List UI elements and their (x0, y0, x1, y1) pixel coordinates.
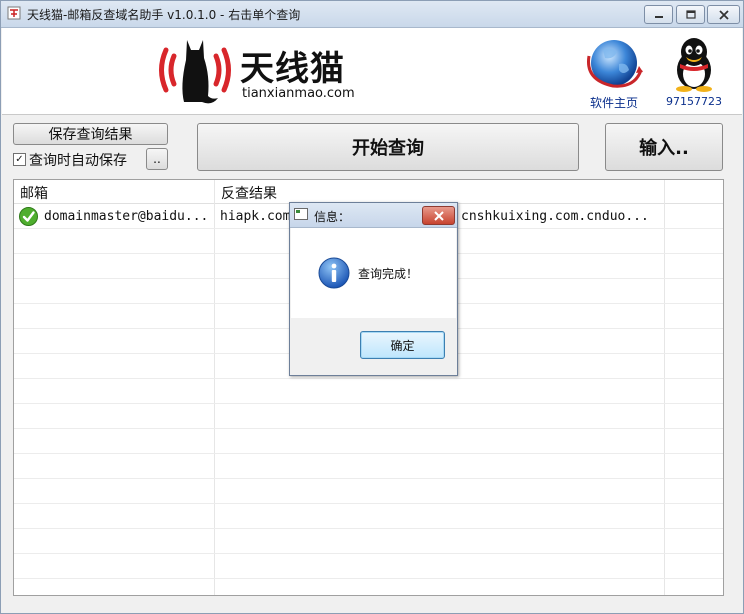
minimize-button[interactable] (644, 5, 673, 24)
dialog-message: 查询完成！ (358, 267, 419, 281)
dialog-app-icon (294, 208, 308, 220)
column-divider (214, 180, 215, 595)
close-icon (718, 9, 729, 20)
row-divider (14, 503, 723, 504)
qq-number: 97157723 (666, 95, 722, 108)
dialog-body: 查询完成！ (291, 228, 456, 318)
minimize-icon (654, 15, 663, 18)
qq-penguin-icon (676, 38, 712, 92)
dialog-close-button[interactable] (422, 206, 455, 225)
row-result-end: cnshkuixing.com.cnduo... (461, 209, 649, 224)
homepage-label: 软件主页 (589, 96, 638, 110)
close-icon (433, 210, 444, 221)
save-results-button[interactable]: 保存查询结果 (13, 123, 168, 145)
dialog-ok-button[interactable]: 确定 (360, 331, 445, 359)
row-divider (14, 578, 723, 579)
table-header: 邮箱 反查结果 (14, 180, 723, 204)
check-ok-icon (19, 207, 38, 226)
row-divider (14, 528, 723, 529)
logo-domain: tianxianmao.com (242, 86, 355, 101)
row-divider (14, 378, 723, 379)
homepage-link[interactable]: 软件主页 (579, 34, 649, 114)
maximize-icon (685, 10, 696, 19)
row-divider (14, 478, 723, 479)
row-email: domainmaster@baidu... (44, 209, 209, 224)
close-button[interactable] (707, 5, 740, 24)
column-header-result[interactable]: 反查结果 (221, 183, 277, 203)
row-divider (14, 428, 723, 429)
antenna-cat-icon (159, 40, 231, 104)
browse-button[interactable]: .. (146, 148, 168, 170)
logo-chinese: 天线猫 (240, 49, 345, 89)
row-divider (14, 453, 723, 454)
auto-save-label: 查询时自动保存 (29, 153, 127, 169)
row-divider (14, 553, 723, 554)
dialog-title-bar[interactable]: 信息： (290, 203, 457, 228)
qq-contact[interactable]: 97157723 (662, 34, 726, 114)
maximize-button[interactable] (676, 5, 705, 24)
auto-save-checkbox[interactable]: ✓ (13, 153, 26, 166)
title-bar[interactable]: 天线猫-邮箱反查域名助手 v1.0.1.0 - 右击单个查询 (1, 1, 743, 28)
logo[interactable]: 天线猫 tianxianmao.com (154, 36, 364, 108)
row-divider (14, 403, 723, 404)
main-window: 天线猫-邮箱反查域名助手 v1.0.1.0 - 右击单个查询 天线猫 tianx… (0, 0, 744, 614)
start-query-button[interactable]: 开始查询 (197, 123, 579, 171)
banner: 天线猫 tianxianmao.com 软件主页 97157723 (2, 28, 742, 115)
globe-icon (587, 40, 643, 88)
app-icon (7, 6, 21, 20)
column-header-email[interactable]: 邮箱 (20, 183, 48, 203)
column-divider (664, 180, 665, 595)
info-icon (318, 257, 350, 289)
input-button[interactable]: 输入.. (605, 123, 723, 171)
dialog-title: 信息： (314, 210, 351, 224)
window-title: 天线猫-邮箱反查域名助手 v1.0.1.0 - 右击单个查询 (27, 8, 301, 22)
info-dialog: 信息： 查询完成！ 确定 (289, 202, 458, 376)
row-result-start: hiapk.com (220, 209, 291, 224)
